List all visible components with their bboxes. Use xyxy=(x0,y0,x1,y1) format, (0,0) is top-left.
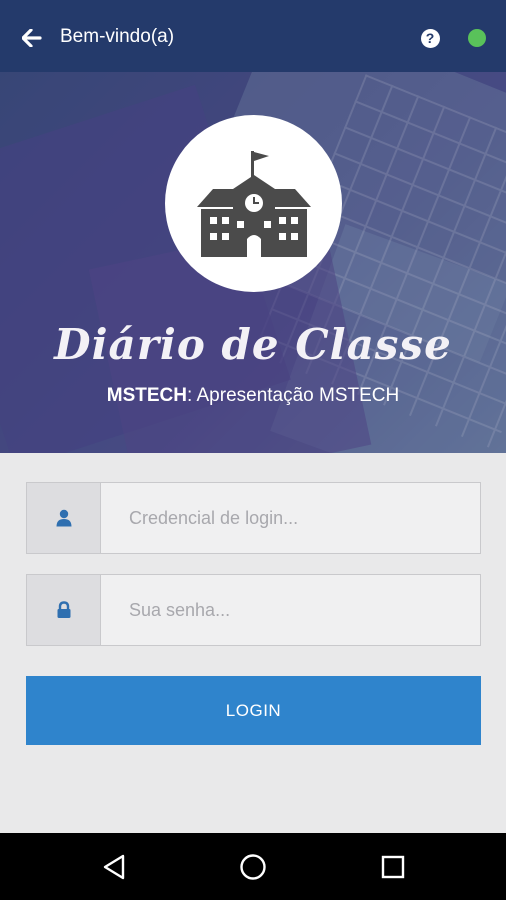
password-field xyxy=(26,574,481,646)
organization-line: MSTECH: Apresentação MSTECH xyxy=(0,385,506,407)
page-title: Bem-vindo(a) xyxy=(60,26,175,47)
credential-field xyxy=(26,482,481,554)
credential-icon-box xyxy=(27,483,101,553)
circle-home-icon xyxy=(240,854,266,880)
system-navigation-bar xyxy=(0,833,506,900)
user-icon xyxy=(56,509,71,527)
password-icon-box xyxy=(27,575,101,645)
organization-code: MSTECH xyxy=(106,385,187,406)
app-logo xyxy=(165,115,342,292)
question-icon: ? xyxy=(420,28,440,48)
hero-banner: Diário de Classe MSTECH: Apresentação MS… xyxy=(0,72,506,453)
lock-icon xyxy=(57,601,70,618)
organization-separator: : xyxy=(186,385,193,406)
login-button[interactable]: LOGIN xyxy=(26,676,481,745)
system-back-button[interactable] xyxy=(96,849,132,885)
back-button[interactable] xyxy=(14,22,50,54)
app-bar: Bem-vindo(a) ? xyxy=(0,0,506,72)
system-home-button[interactable] xyxy=(235,849,271,885)
password-input[interactable] xyxy=(101,575,480,645)
credential-input[interactable] xyxy=(101,483,480,553)
connection-status-indicator xyxy=(468,29,486,47)
system-recents-button[interactable] xyxy=(375,849,411,885)
square-recents-icon xyxy=(381,855,405,879)
organization-name: Apresentação MSTECH xyxy=(196,385,400,406)
school-building-icon xyxy=(196,150,311,257)
arrow-left-icon xyxy=(22,29,42,47)
app-name: Diário de Classe xyxy=(54,320,452,369)
help-button[interactable]: ? xyxy=(414,22,446,54)
triangle-back-icon xyxy=(103,854,125,880)
